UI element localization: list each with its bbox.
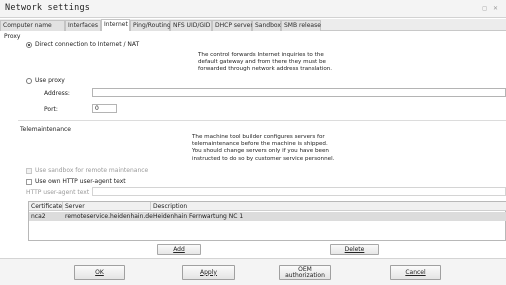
sandbox-checkbox[interactable]: [26, 168, 32, 174]
add-button[interactable]: Add: [157, 244, 201, 255]
button-bar: OK Apply OEM authorization Cancel: [0, 258, 506, 285]
delete-button-label: Delete: [344, 246, 365, 253]
proxy-group-label: Proxy: [4, 33, 21, 40]
row-server: remoteservice.heidenhain.de: [65, 213, 153, 220]
row-certificate: nca2: [31, 213, 46, 220]
telemaintenance-group-label: Telemaintenance: [20, 126, 72, 133]
tab-internet[interactable]: Internet: [101, 19, 130, 31]
own-agent-label: Use own HTTP user-agent text: [35, 178, 126, 185]
table-row[interactable]: nca2 remoteservice.heidenhain.de Heidenh…: [29, 212, 506, 221]
row-description: Heidenhain Fernwartung NC 1: [153, 213, 244, 220]
own-agent-checkbox[interactable]: [26, 179, 32, 185]
tab-computer-name[interactable]: Computer name: [0, 20, 65, 31]
apply-button[interactable]: Apply: [182, 265, 235, 280]
telemaintenance-note: The machine tool builder configures serv…: [192, 134, 335, 162]
direct-connection-label: Direct connection to Internet / NAT: [35, 41, 140, 48]
use-proxy-label: Use proxy: [35, 77, 65, 84]
cancel-button[interactable]: Cancel: [390, 265, 441, 280]
cancel-button-label: Cancel: [405, 268, 426, 276]
group-divider: [18, 120, 506, 121]
sandbox-label: Use sandbox for remote maintenance: [35, 167, 149, 174]
delete-button[interactable]: Delete: [330, 244, 379, 255]
direct-connection-note: The control forwards Internet inquiries …: [198, 52, 333, 73]
oem-authorization-button[interactable]: OEM authorization: [279, 265, 331, 280]
ok-button-label: OK: [95, 268, 104, 276]
port-label: Port:: [44, 106, 58, 113]
tab-smb-release[interactable]: SMB release: [281, 20, 321, 31]
tab-interfaces[interactable]: Interfaces: [65, 20, 101, 31]
add-button-label: Add: [173, 246, 185, 253]
window-controls[interactable]: ◻ ✕: [482, 5, 500, 12]
oem-label-line2: authorization: [285, 271, 325, 279]
agent-text-label: HTTP user-agent text: [26, 189, 90, 196]
certificate-table: Certificate Server Description nca2 remo…: [28, 201, 506, 241]
column-header-description[interactable]: Description: [151, 202, 506, 211]
direct-connection-radio[interactable]: [26, 42, 32, 48]
ok-button[interactable]: OK: [74, 265, 125, 280]
tab-dhcp-server[interactable]: DHCP server: [212, 20, 253, 31]
address-input[interactable]: [92, 88, 506, 97]
agent-text-input[interactable]: [92, 187, 506, 196]
window-title: Network settings: [5, 3, 91, 13]
use-proxy-radio[interactable]: [26, 78, 32, 84]
port-input[interactable]: 0: [92, 104, 117, 113]
address-label: Address:: [44, 90, 70, 97]
tab-bar: Computer name Interfaces Internet Ping/R…: [0, 19, 506, 31]
title-bar: Network settings ◻ ✕: [0, 0, 506, 18]
tab-sandbox[interactable]: Sandbox: [252, 20, 281, 31]
tab-nfs-uid-gid[interactable]: NFS UID/GID: [170, 20, 212, 31]
apply-button-label: Apply: [200, 268, 217, 276]
column-header-certificate[interactable]: Certificate: [29, 202, 63, 211]
column-header-server[interactable]: Server: [63, 202, 151, 211]
tab-ping-routing[interactable]: Ping/Routing: [130, 20, 171, 31]
internet-panel: Proxy Direct connection to Internet / NA…: [0, 31, 506, 285]
